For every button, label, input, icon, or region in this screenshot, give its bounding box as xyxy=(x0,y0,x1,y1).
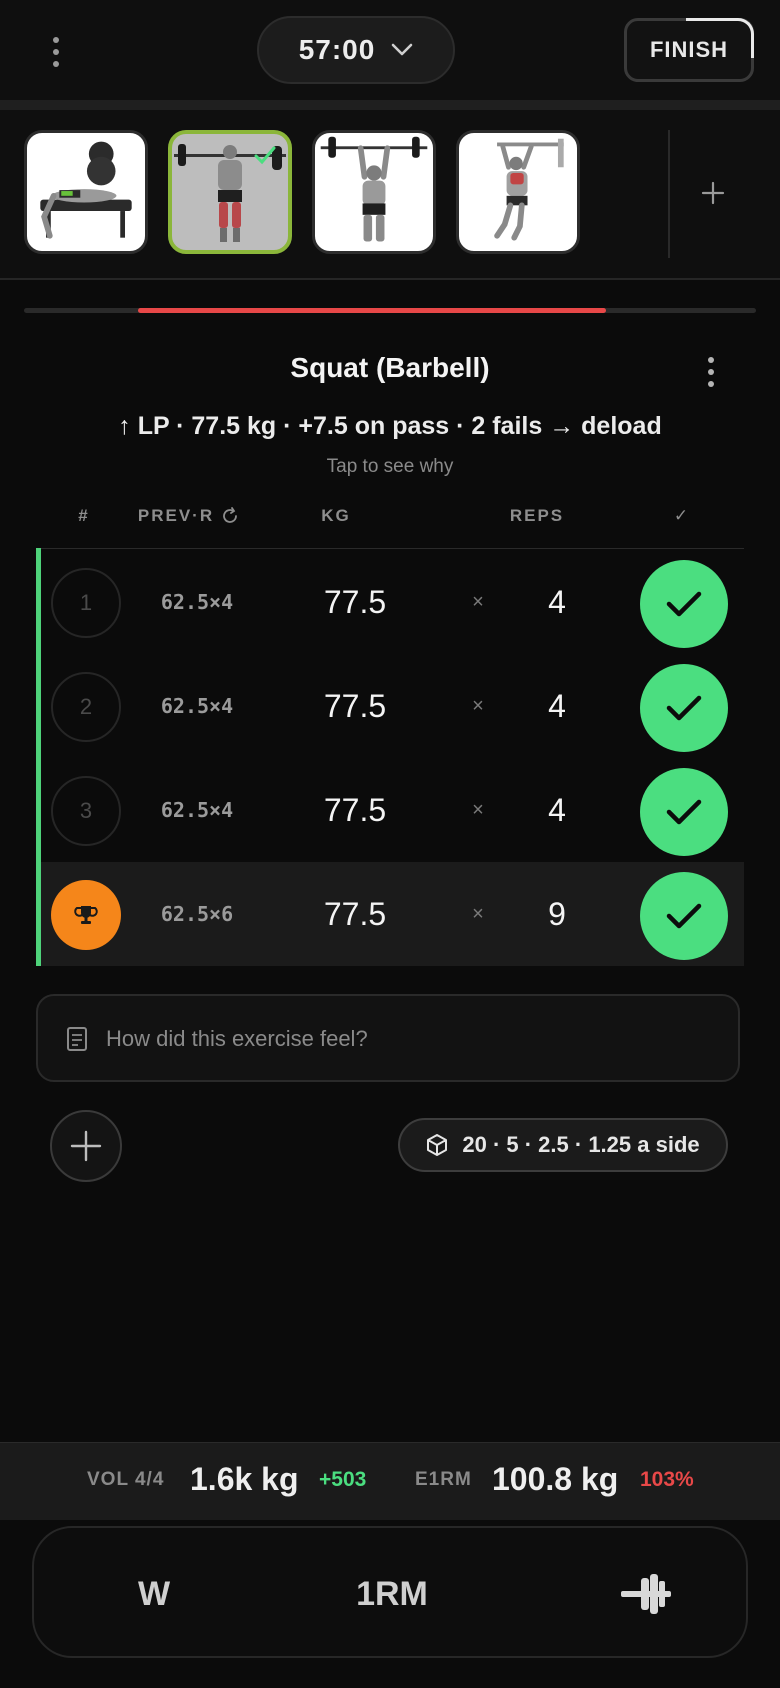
exercise-strip xyxy=(0,110,780,280)
trophy-icon xyxy=(74,906,98,924)
times-symbol: × xyxy=(472,694,484,717)
exercise-title[interactable]: Squat (Barbell) xyxy=(0,352,780,384)
set-row: 62.5×6 77.5 × 9 xyxy=(41,862,744,966)
checkmark-icon xyxy=(666,903,702,929)
workout-timer-button[interactable]: 57:00 xyxy=(257,16,455,84)
warmup-button[interactable]: W xyxy=(74,1528,234,1660)
divider xyxy=(0,100,780,110)
divider xyxy=(668,130,670,258)
more-options-icon[interactable] xyxy=(38,34,74,70)
overhead-press-thumbnail[interactable] xyxy=(312,130,436,254)
reps-value[interactable]: 4 xyxy=(517,758,597,862)
set-number[interactable]: 3 xyxy=(51,776,121,846)
top-bar: 57:00 FINISH xyxy=(0,0,780,100)
barbell-icon xyxy=(621,1574,671,1614)
plate-calculator-chip[interactable]: 20 · 5 · 2.5 · 1.25 a side xyxy=(398,1118,728,1172)
col-header-kg: KG xyxy=(321,506,351,525)
finish-progress-arc xyxy=(686,18,754,58)
personal-record-badge[interactable] xyxy=(51,880,121,950)
set-row: 2 62.5×4 77.5 × 4 xyxy=(41,654,744,758)
bench-press-thumbnail[interactable] xyxy=(24,130,148,254)
set-row: 1 62.5×4 77.5 × 4 xyxy=(41,550,744,654)
checkmark-icon xyxy=(666,695,702,721)
complete-set-button[interactable] xyxy=(640,560,728,648)
plus-icon xyxy=(70,1130,102,1162)
previous-value[interactable]: 62.5×4 xyxy=(137,654,257,758)
squat-icon xyxy=(174,144,286,242)
previous-value[interactable]: 62.5×6 xyxy=(137,862,257,966)
volume-delta: +503 xyxy=(319,1468,367,1491)
col-header-prev[interactable]: PREV·R xyxy=(134,506,244,526)
progression-rule[interactable]: ↑ LP · 77.5 kg · +7.5 on pass · 2 fails … xyxy=(0,412,780,441)
previous-value[interactable]: 62.5×4 xyxy=(137,758,257,862)
reps-value[interactable]: 4 xyxy=(517,550,597,654)
divider xyxy=(40,548,744,549)
weight-value[interactable]: 77.5 xyxy=(295,550,415,654)
workout-timer: 57:00 xyxy=(298,34,376,65)
weight-value[interactable]: 77.5 xyxy=(295,654,415,758)
times-symbol: × xyxy=(472,590,484,613)
complete-set-button[interactable] xyxy=(640,872,728,960)
box-icon xyxy=(427,1134,448,1156)
overhead-press-icon xyxy=(320,136,428,242)
bottom-toolbar: W 1RM xyxy=(32,1526,748,1658)
squat-thumbnail[interactable] xyxy=(168,130,292,254)
set-number[interactable]: 2 xyxy=(51,672,121,742)
weight-value[interactable]: 77.5 xyxy=(295,862,415,966)
reps-value[interactable]: 4 xyxy=(517,654,597,758)
times-symbol: × xyxy=(472,902,484,925)
previous-value[interactable]: 62.5×4 xyxy=(137,550,257,654)
pull-up-icon xyxy=(494,138,564,241)
plate-loader-button[interactable] xyxy=(566,1528,726,1660)
checkmark-icon xyxy=(666,799,702,825)
one-rm-button[interactable]: 1RM xyxy=(312,1528,472,1660)
times-symbol: × xyxy=(472,798,484,821)
progression-hint: Tap to see why xyxy=(326,456,454,477)
set-row: 3 62.5×4 77.5 × 4 xyxy=(41,758,744,862)
chevron-down-icon xyxy=(392,43,413,56)
notes-input[interactable] xyxy=(106,1016,706,1062)
plus-icon xyxy=(701,181,725,205)
exercise-menu-icon[interactable] xyxy=(696,352,726,392)
e1rm-label: E1RM xyxy=(415,1469,472,1490)
note-icon xyxy=(67,1027,87,1051)
col-header-set: # xyxy=(78,506,90,525)
workout-stats-bar: VOL 4/4 1.6k kg +503 E1RM 100.8 kg 103% xyxy=(0,1442,780,1520)
add-exercise-button[interactable] xyxy=(690,170,736,216)
plate-breakdown-label: 20 · 5 · 2.5 · 1.25 a side xyxy=(462,1132,700,1157)
complete-set-button[interactable] xyxy=(640,768,728,856)
col-header-prev-label: PREV·R xyxy=(137,506,215,525)
volume-value: 1.6k kg xyxy=(190,1461,299,1497)
workout-progress-fill xyxy=(138,308,606,313)
set-number[interactable]: 1 xyxy=(51,568,121,638)
col-header-reps: REPS xyxy=(509,506,565,525)
pull-up-thumbnail[interactable] xyxy=(456,130,580,254)
add-set-button[interactable] xyxy=(50,1110,122,1182)
refresh-icon xyxy=(223,507,238,523)
checkmark-icon xyxy=(666,591,702,617)
volume-label: VOL 4/4 xyxy=(87,1469,165,1490)
col-header-done: ✓ xyxy=(673,506,691,525)
reps-value[interactable]: 9 xyxy=(517,862,597,966)
exercise-notes-field[interactable] xyxy=(36,994,740,1082)
complete-set-button[interactable] xyxy=(640,664,728,752)
e1rm-value: 100.8 kg xyxy=(492,1461,619,1497)
bench-press-icon xyxy=(40,141,132,239)
weight-value[interactable]: 77.5 xyxy=(295,758,415,862)
e1rm-percent: 103% xyxy=(640,1468,694,1491)
